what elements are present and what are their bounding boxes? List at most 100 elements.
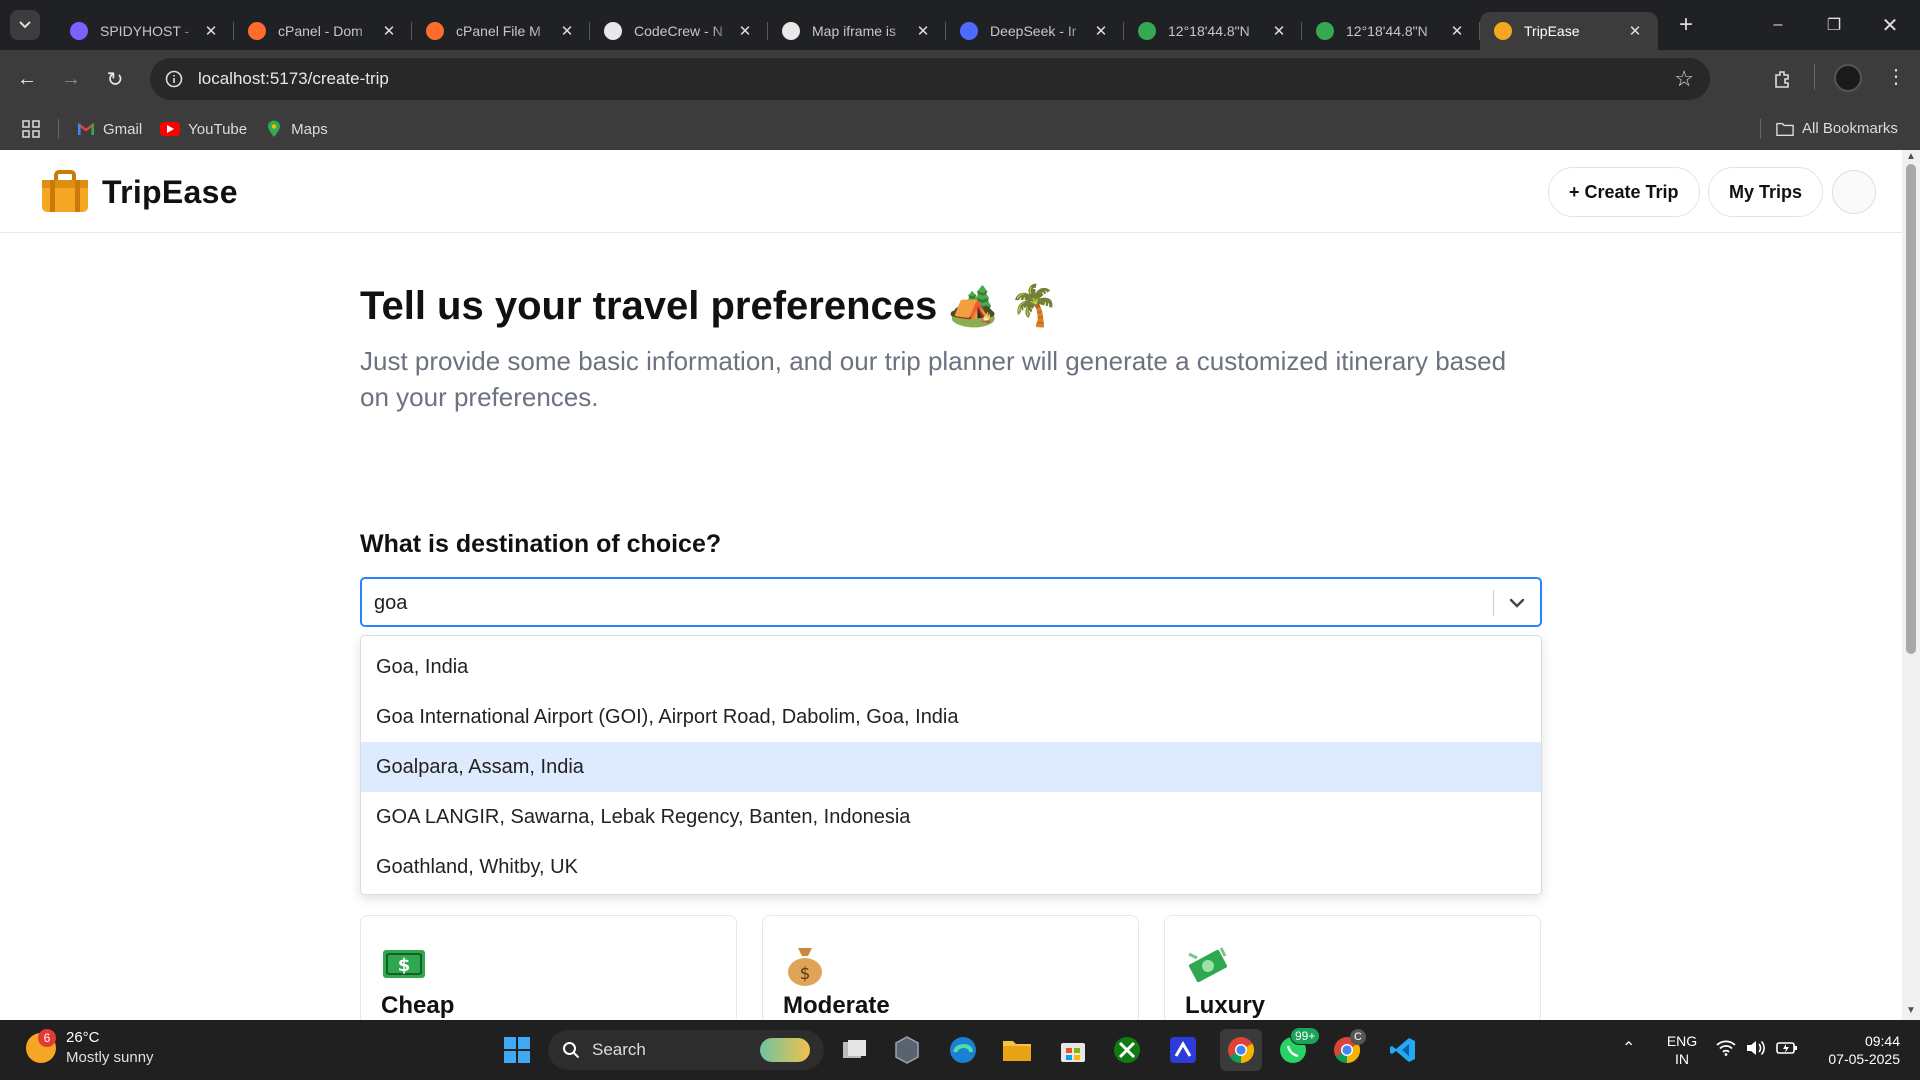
windows-start-icon[interactable] [500, 1033, 534, 1067]
tab-title: SPIDYHOST - [100, 23, 190, 39]
browser-tab[interactable]: 12°18'44.8"N ✕ [1302, 12, 1480, 50]
close-tab-icon[interactable]: ✕ [1270, 22, 1288, 40]
site-info-icon[interactable] [160, 65, 188, 93]
suggestion-option[interactable]: Goa International Airport (GOI), Airport… [361, 692, 1541, 742]
task-view-icon[interactable] [838, 1033, 872, 1067]
bookmark-star-icon[interactable]: ☆ [1674, 66, 1694, 92]
tab-title: 12°18'44.8"N [1346, 23, 1428, 39]
gmail-icon [77, 122, 95, 136]
suggestion-option-highlighted[interactable]: Goalpara, Assam, India [361, 742, 1541, 792]
chevron-down-icon[interactable] [1504, 590, 1530, 616]
close-tab-icon[interactable]: ✕ [736, 22, 754, 40]
kebab-menu-icon[interactable]: ⋮ [1886, 64, 1906, 89]
whatsapp-badge: 99+ [1290, 1027, 1321, 1045]
close-tab-icon[interactable]: ✕ [202, 22, 220, 40]
vector-app-icon[interactable] [1166, 1033, 1200, 1067]
address-bar[interactable]: localhost:5173/create-trip ☆ [150, 58, 1710, 100]
edge-icon[interactable] [946, 1033, 980, 1067]
bookmark-label: YouTube [188, 120, 248, 138]
reload-button[interactable]: ↻ [98, 62, 132, 96]
chrome-profile-badge: C [1350, 1029, 1366, 1045]
search-highlight-icon [760, 1038, 810, 1062]
destination-input[interactable]: goa [374, 592, 407, 615]
whatsapp-icon[interactable]: 99+ [1276, 1027, 1321, 1067]
close-tab-icon[interactable]: ✕ [558, 22, 576, 40]
create-trip-button[interactable]: + Create Trip [1548, 167, 1700, 217]
search-icon [563, 1042, 580, 1059]
scroll-up-arrow-icon[interactable]: ▲ [1906, 152, 1916, 162]
close-tab-icon[interactable]: ✕ [1626, 22, 1644, 40]
browser-tab[interactable]: cPanel - Dom ✕ [234, 12, 412, 50]
app-hexagon-icon[interactable] [890, 1033, 924, 1067]
scroll-down-arrow-icon[interactable]: ▼ [1906, 1006, 1916, 1016]
user-avatar[interactable] [1832, 170, 1876, 214]
extensions-icon[interactable] [1768, 64, 1798, 94]
clock[interactable]: 09:44 07-05-2025 [1810, 1032, 1900, 1068]
destination-select[interactable]: goa [360, 577, 1542, 627]
destination-suggestions: Goa, India Goa International Airport (GO… [360, 635, 1542, 895]
suggestion-option[interactable]: Goa, India [361, 642, 1541, 692]
minimize-button[interactable]: – [1750, 0, 1806, 50]
browser-tab[interactable]: TripEase ✕ [1480, 12, 1658, 50]
browser-tab[interactable]: SPIDYHOST - ✕ [56, 12, 234, 50]
bookmarks-bar: Gmail YouTube Maps All Bookmarks [0, 108, 1920, 150]
volume-icon [1747, 1040, 1765, 1056]
all-bookmarks-label: All Bookmarks [1802, 120, 1898, 137]
suggestion-option[interactable]: GOA LANGIR, Sawarna, Lebak Regency, Bant… [361, 792, 1541, 842]
weather-widget[interactable]: 6 26°C Mostly sunny [26, 1028, 154, 1068]
browser-tab[interactable]: DeepSeek - Ir ✕ [946, 12, 1124, 50]
tab-list: SPIDYHOST - ✕ cPanel - Dom ✕ cPanel File M ✕ C… [56, 0, 1658, 50]
back-button[interactable]: ← [10, 62, 44, 96]
budget-card-cheap[interactable]: $ Cheap [360, 915, 737, 1025]
browser-tab[interactable]: cPanel File M ✕ [412, 12, 590, 50]
tab-title: cPanel - Dom [278, 23, 363, 39]
scrollbar-thumb[interactable] [1906, 164, 1916, 654]
cpanel-icon [426, 22, 444, 40]
budget-card-luxury[interactable]: Luxury [1164, 915, 1541, 1025]
flying-money-icon [1185, 944, 1233, 988]
arrow-left-icon: ← [17, 67, 37, 90]
bookmark-maps[interactable]: Maps [265, 120, 328, 138]
brand-logo[interactable]: TripEase [40, 170, 238, 214]
bookmark-youtube[interactable]: YouTube [160, 121, 247, 138]
browser-tab[interactable]: 12°18'44.8"N ✕ [1124, 12, 1302, 50]
suggestion-option[interactable]: Goathland, Whitby, UK [361, 842, 1541, 892]
my-trips-button[interactable]: My Trips [1708, 167, 1824, 217]
browser-tab[interactable]: CodeCrew - N ✕ [590, 12, 768, 50]
bookmark-gmail[interactable]: Gmail [77, 121, 142, 138]
weather-badge: 6 [38, 1029, 56, 1047]
close-tab-icon[interactable]: ✕ [1448, 22, 1466, 40]
chrome-icon-active[interactable] [1220, 1029, 1262, 1071]
language-indicator[interactable]: ENG IN [1662, 1032, 1702, 1068]
taskbar-search[interactable]: Search [548, 1030, 824, 1070]
battery-icon [1776, 1042, 1797, 1054]
close-window-button[interactable]: ✕ [1862, 0, 1918, 50]
budget-title: Luxury [1185, 992, 1266, 1019]
suitcase-logo-icon [42, 170, 88, 212]
page-scrollbar[interactable]: ▲ ▼ [1902, 150, 1920, 1020]
chevron-down-icon [19, 21, 31, 29]
restore-button[interactable]: ❐ [1806, 0, 1862, 50]
xbox-icon[interactable] [1110, 1033, 1144, 1067]
apps-grid-icon[interactable] [22, 120, 40, 138]
new-tab-button[interactable]: + [1672, 11, 1700, 39]
weather-desc: Mostly sunny [66, 1049, 154, 1066]
vscode-icon[interactable] [1386, 1033, 1420, 1067]
close-tab-icon[interactable]: ✕ [914, 22, 932, 40]
tray-chevron-up-icon[interactable]: ⌃ [1622, 1038, 1635, 1058]
close-tab-icon[interactable]: ✕ [1092, 22, 1110, 40]
budget-title: Moderate [783, 992, 890, 1019]
chrome-profile-icon[interactable]: C [1330, 1029, 1366, 1067]
system-tray[interactable] [1716, 1040, 1798, 1056]
forward-button[interactable]: → [54, 62, 88, 96]
all-bookmarks-button[interactable]: All Bookmarks [1776, 120, 1898, 137]
tab-search-button[interactable] [10, 10, 40, 40]
ms-store-icon[interactable] [1056, 1033, 1090, 1067]
close-tab-icon[interactable]: ✕ [380, 22, 398, 40]
file-explorer-icon[interactable] [1000, 1033, 1034, 1067]
svg-text:$: $ [800, 964, 811, 984]
profile-avatar[interactable] [1834, 64, 1862, 92]
tab-title: CodeCrew - N [634, 23, 723, 39]
budget-card-moderate[interactable]: $ Moderate [762, 915, 1139, 1025]
browser-tab[interactable]: Map iframe is ✕ [768, 12, 946, 50]
